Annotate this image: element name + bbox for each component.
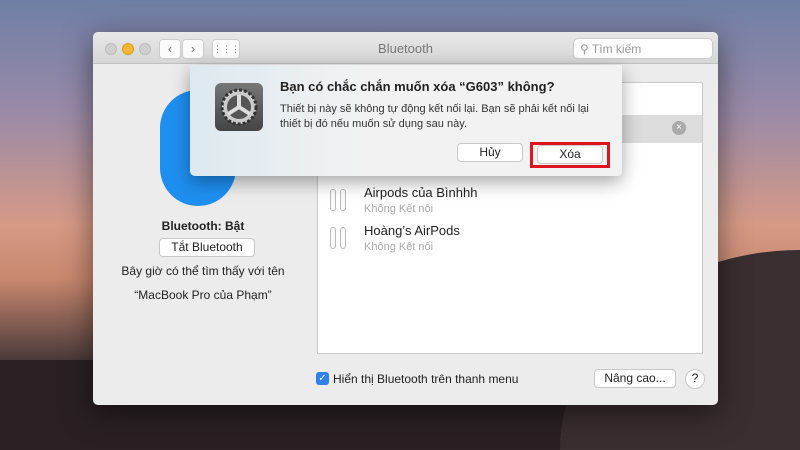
device-name-text: “MacBook Pro của Phạm” xyxy=(134,288,272,302)
advanced-button[interactable]: Nâng cao... xyxy=(594,369,676,388)
remove-device-icon[interactable]: × xyxy=(672,121,686,135)
device-status: Không Kết nối xyxy=(364,241,434,253)
device-status: Không Kết nối xyxy=(364,203,434,215)
airpods-icon-right xyxy=(340,227,346,249)
system-preferences-gear-icon xyxy=(215,83,263,131)
show-in-menu-label: Hiển thị Bluetooth trên thanh menu xyxy=(333,372,519,386)
help-button[interactable]: ? xyxy=(685,369,705,389)
airpods-icon xyxy=(330,227,336,249)
device-name: Hoàng’s AirPods xyxy=(364,223,460,238)
device-name: Airpods của Bìnhhh xyxy=(364,185,478,200)
airpods-icon xyxy=(330,189,336,211)
remove-device-dialog: Bạn có chắc chắn muốn xóa “G603” không? … xyxy=(190,65,622,176)
cancel-button[interactable]: Hủy xyxy=(457,143,523,162)
dialog-title: Bạn có chắc chắn muốn xóa “G603” không? xyxy=(280,79,555,94)
toggle-bluetooth-button[interactable]: Tắt Bluetooth xyxy=(159,238,255,257)
search-placeholder: Tìm kiếm xyxy=(591,42,642,56)
show-in-menu-checkbox[interactable]: ✓ xyxy=(316,372,329,385)
search-icon: ⚲ xyxy=(580,42,592,56)
airpods-icon-right xyxy=(340,189,346,211)
bluetooth-status: Bluetooth: Bật xyxy=(161,219,245,233)
dialog-message: Thiết bị này sẽ không tự động kết nối lạ… xyxy=(280,103,589,130)
search-input[interactable]: ⚲ Tìm kiếm xyxy=(573,38,713,59)
discoverable-text: Bây giờ có thể tìm thấy với tên xyxy=(121,264,285,278)
highlight-box xyxy=(530,142,610,168)
title-bar: ‹ › ⋮⋮⋮ Bluetooth ⚲ Tìm kiếm xyxy=(93,32,718,64)
